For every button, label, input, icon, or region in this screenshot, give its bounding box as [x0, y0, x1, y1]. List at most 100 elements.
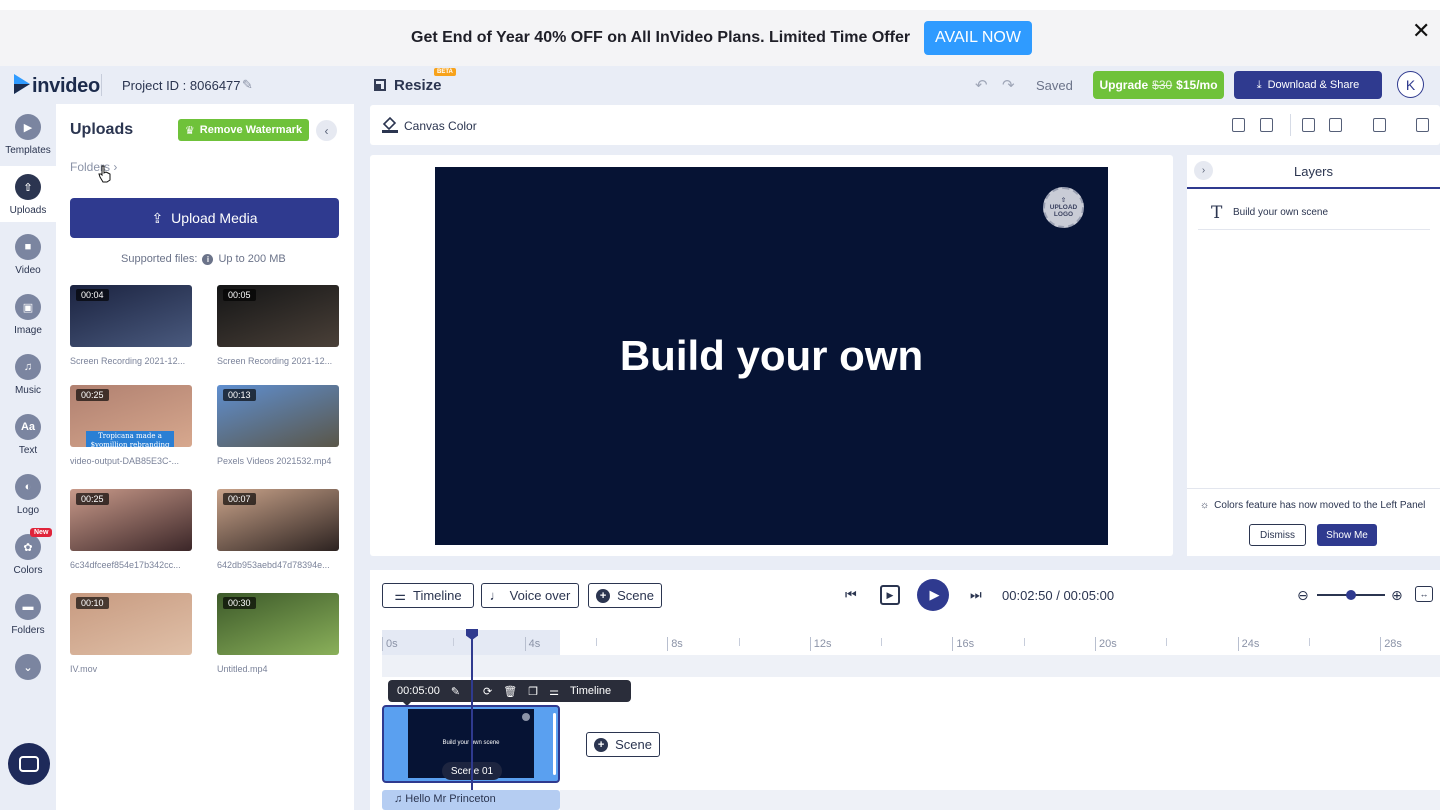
rail-item-video[interactable]: ■ Video	[0, 226, 56, 282]
rail-item-folders[interactable]: ▬ Folders	[0, 586, 56, 642]
scene-toolbar: 00:05:00 ✎ ⟳ 🗑 ❐ ⚌ Timeline	[388, 680, 631, 702]
playhead-line[interactable]	[471, 632, 473, 810]
text-layer-icon: T	[1211, 203, 1223, 223]
close-icon[interactable]: ✕	[1412, 18, 1430, 44]
play-square-icon: ▶	[15, 114, 41, 140]
media-duration: 00:10	[76, 597, 109, 609]
paste-icon[interactable]	[1260, 118, 1273, 132]
ruler-minor-tick	[1308, 638, 1310, 646]
rail-item-logo[interactable]: ◐ Logo	[0, 466, 56, 522]
rail-item-label: Uploads	[9, 205, 47, 216]
ruler-tick-label: 24s	[1237, 637, 1259, 651]
upload-logo-line2: LOGO	[1053, 211, 1074, 218]
rail-item-templates[interactable]: ▶ Templates	[0, 106, 56, 162]
collapse-panel-button[interactable]: ‹	[316, 120, 337, 141]
rail-item-label: Text	[18, 445, 38, 456]
chevron-right-icon[interactable]: ›	[1194, 161, 1213, 180]
chevron-left-icon: ‹	[324, 123, 329, 138]
pencil-icon[interactable]: ✎	[242, 77, 253, 93]
add-scene-button[interactable]: + Scene	[586, 732, 660, 757]
audio-clip[interactable]: ♫ Hello Mr Princeton	[382, 790, 560, 810]
scene-logo-dot	[522, 713, 530, 721]
add-scene-toolbar-button[interactable]: + Scene	[588, 583, 662, 608]
duplicate-icon[interactable]: ❐	[528, 685, 538, 698]
avatar[interactable]: K	[1397, 71, 1424, 98]
avail-now-button[interactable]: AVAIL NOW	[924, 21, 1032, 55]
invideo-logo-icon	[14, 74, 30, 94]
plus-icon: +	[594, 737, 609, 752]
pencil-icon[interactable]: ✎	[451, 685, 460, 698]
ruler-tick-label: 0s	[382, 637, 398, 651]
remove-watermark-button[interactable]: ♛ Remove Watermark	[178, 119, 309, 141]
skip-back-icon[interactable]: ⏮	[845, 587, 857, 603]
trash-icon[interactable]	[1373, 118, 1386, 132]
rail-item-text[interactable]: Aa Text	[0, 406, 56, 462]
upload-logo-placeholder[interactable]: ⇧ UPLOAD LOGO	[1043, 187, 1084, 228]
undo-icon[interactable]: ↶	[975, 76, 988, 94]
scene-trim-handle[interactable]	[553, 713, 556, 775]
paint-bucket-icon[interactable]	[381, 115, 399, 133]
layers-title: Layers	[1293, 164, 1334, 179]
redo-icon[interactable]: ↷	[1002, 76, 1015, 94]
rail-item-music[interactable]: ♫ Music	[0, 346, 56, 402]
chat-icon	[19, 756, 39, 772]
canvas-color-button[interactable]: Canvas Color	[404, 119, 477, 133]
chat-support-button[interactable]	[8, 743, 50, 785]
zoom-out-icon[interactable]: ⊖	[1297, 587, 1309, 604]
media-tile[interactable]: 00:04 Screen Recording 2021-12...	[70, 285, 192, 366]
resize-icon[interactable]	[374, 79, 386, 91]
info-icon[interactable]: i	[202, 253, 214, 265]
promo-banner-text: Get End of Year 40% OFF on All InVideo P…	[411, 29, 911, 46]
skip-forward-icon[interactable]: ⏭	[970, 587, 982, 603]
upload-media-button[interactable]: ⇪ Upload Media	[70, 198, 339, 238]
ruler-tick-label: 28s	[1380, 637, 1402, 651]
ruler-tick-label: 4s	[524, 637, 540, 651]
upload-media-label: Upload Media	[171, 210, 258, 226]
upgrade-button[interactable]: Upgrade $30 $15/mo	[1093, 71, 1224, 99]
loop-preview-icon[interactable]: ▶	[880, 585, 900, 605]
stage-headline[interactable]: Build your own	[435, 332, 1108, 380]
current-time: 00:02:50	[1002, 588, 1053, 603]
trash-icon[interactable]: 🗑	[503, 685, 517, 698]
voice-over-button[interactable]: ♩ Voice over	[481, 583, 579, 608]
layer-item[interactable]: Build your own scene	[1233, 207, 1328, 218]
media-tile[interactable]: 00:10 IV.mov	[70, 593, 192, 674]
media-tile[interactable]: 00:25 6c34dfceef854e17b342cc...	[70, 489, 192, 570]
media-filename: Untitled.mp4	[217, 664, 268, 674]
media-tile[interactable]: 00:25 Tropicana made a $yomillion rebrand…	[70, 385, 192, 466]
fit-timeline-icon[interactable]: ↔	[1415, 586, 1433, 602]
show-me-button[interactable]: Show Me	[1317, 524, 1377, 546]
resize-button[interactable]: Resize	[394, 77, 442, 94]
dismiss-button[interactable]: Dismiss	[1249, 524, 1306, 546]
supported-files-label: Supported files:	[121, 253, 198, 265]
sliders-icon: ⚌	[394, 587, 406, 603]
total-time: 00:05:00	[1063, 588, 1115, 603]
invideo-logo-text[interactable]: invideo	[32, 75, 100, 98]
zoom-slider-handle[interactable]	[1346, 590, 1356, 600]
play-button[interactable]: ▶	[917, 579, 949, 611]
duplicate-icon[interactable]	[1302, 118, 1315, 132]
chevron-down-icon: ⌄	[15, 654, 41, 680]
timeline-button[interactable]: ⚌ Timeline	[382, 583, 474, 608]
media-tile[interactable]: 00:05 Screen Recording 2021-12...	[217, 285, 339, 366]
media-filename: Screen Recording 2021-12...	[217, 356, 333, 366]
scene-duration[interactable]: 00:05:00	[397, 685, 440, 697]
rail-item-label: Logo	[16, 505, 40, 516]
rail-item-image[interactable]: ▣ Image	[0, 286, 56, 342]
voice-over-label: Voice over	[509, 588, 571, 603]
zoom-in-icon[interactable]: ⊕	[1391, 587, 1403, 604]
media-tile[interactable]: 00:13 Pexels Videos 2021532.mp4	[217, 385, 339, 466]
media-duration: 00:04	[76, 289, 109, 301]
bring-forward-icon[interactable]	[1232, 118, 1245, 132]
grid-icon[interactable]	[1416, 118, 1429, 132]
media-tile[interactable]: 00:30 Untitled.mp4	[217, 593, 339, 674]
rail-more-button[interactable]: ⌄	[0, 646, 56, 702]
rail-item-uploads[interactable]: ⇧ Uploads	[0, 166, 56, 222]
download-share-button[interactable]: ⤓ Download & Share	[1234, 71, 1382, 99]
scene-timeline-button[interactable]: Timeline	[570, 685, 611, 697]
ruler-minor-tick	[738, 638, 740, 646]
copy-icon[interactable]	[1329, 118, 1342, 132]
media-tile[interactable]: 00:07 642db953aebd47d78394e...	[217, 489, 339, 570]
replace-icon[interactable]: ⟳	[483, 685, 492, 698]
project-id-label: Project ID : 8066477	[122, 78, 241, 93]
